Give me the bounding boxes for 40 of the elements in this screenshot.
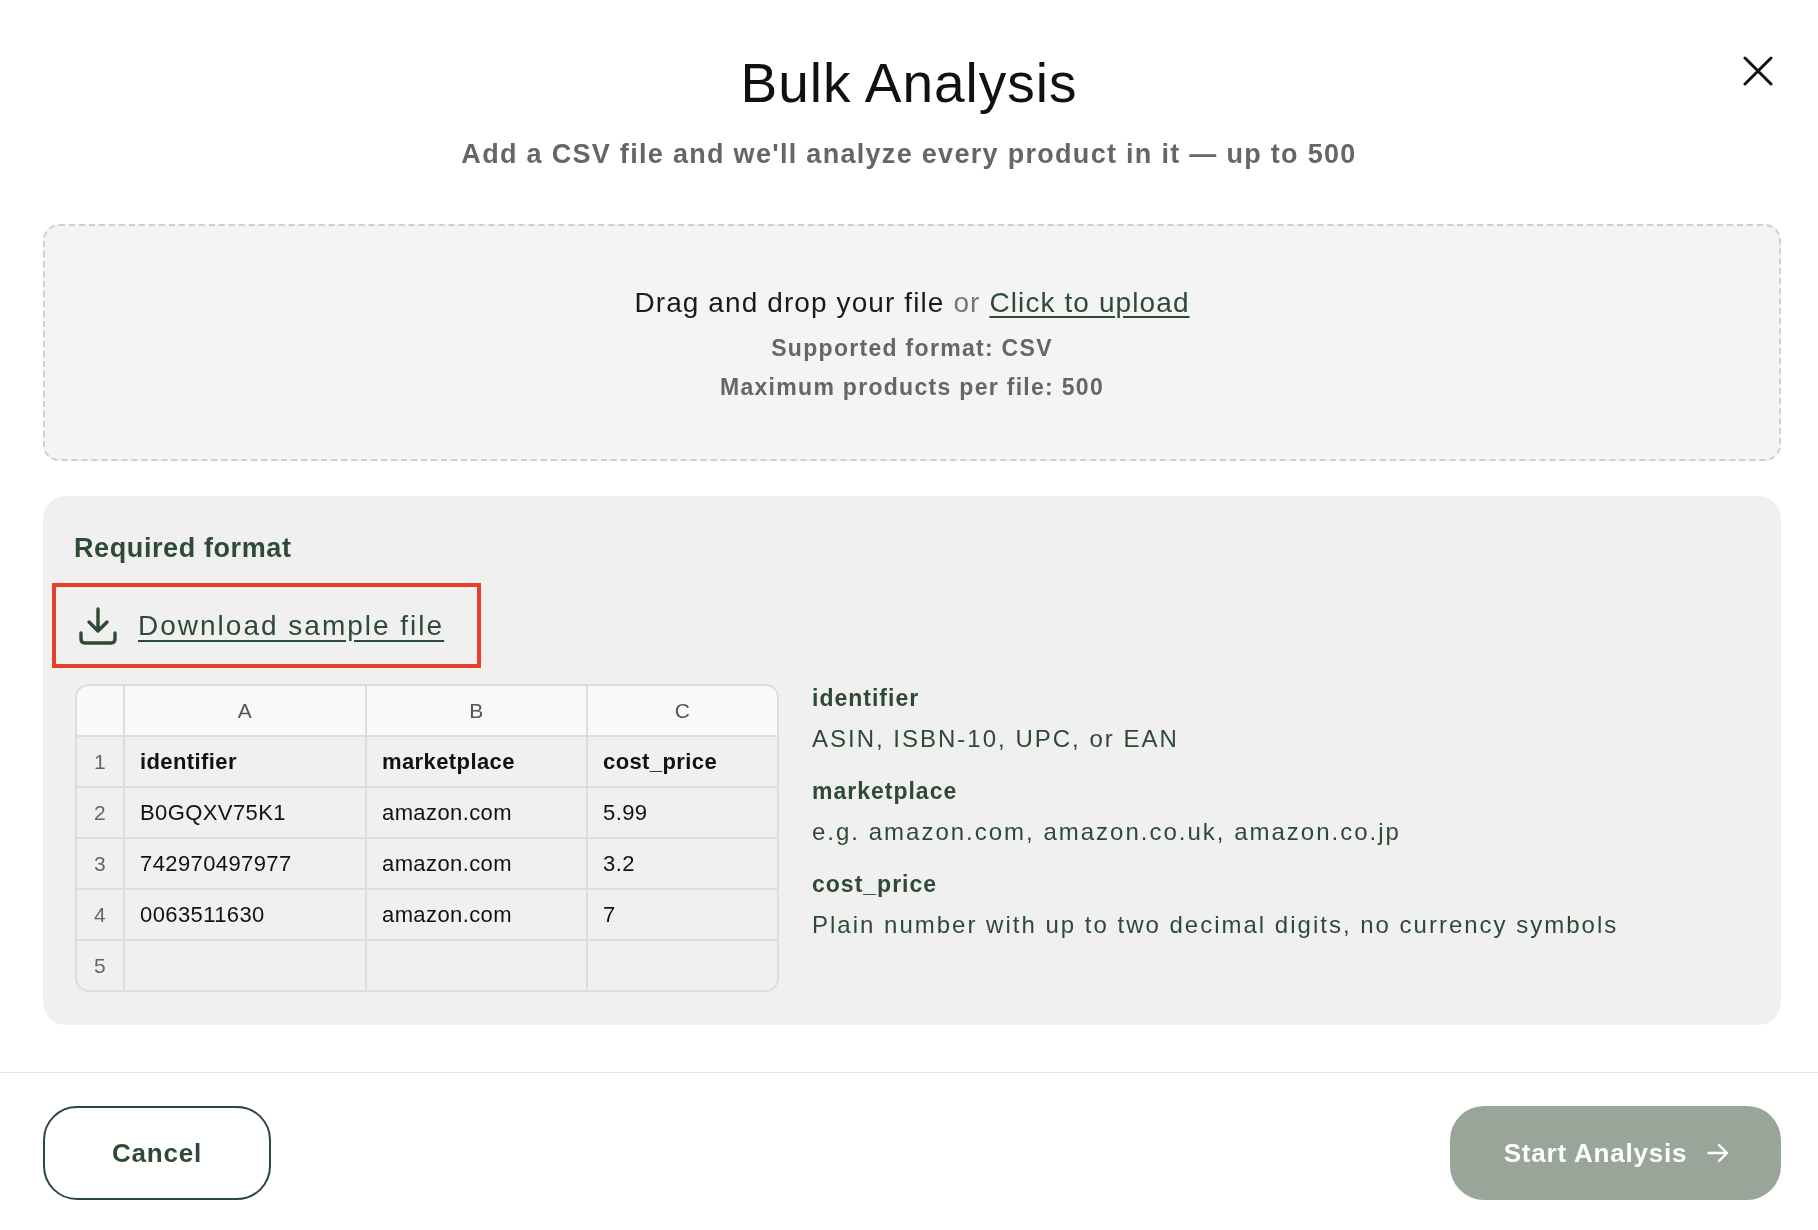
field-description: e.g. amazon.com, amazon.co.uk, amazon.co.jp [812, 817, 1401, 847]
table-cell: identifier [140, 748, 237, 775]
upload-prompt: Drag and drop your file or Click to upload [634, 286, 1190, 320]
column-letter: C [674, 698, 691, 723]
column-letter: A [237, 698, 253, 723]
format-note: Supported format: CSV [771, 334, 1053, 363]
arrow-right-icon [1707, 1143, 1730, 1163]
row-number: 4 [93, 902, 107, 927]
download-sample-link[interactable]: Download sample file [78, 605, 445, 646]
row-number: 5 [93, 953, 107, 978]
table-cell: 3.2 [603, 850, 635, 877]
table-cell: marketplace [382, 748, 515, 775]
row-number: 3 [93, 851, 107, 876]
upload-link[interactable]: Click to upload [989, 287, 1190, 318]
field-name: cost_price [812, 870, 938, 899]
table-cell: cost_price [603, 748, 718, 775]
dialog-title: Bulk Analysis [740, 53, 1078, 113]
close-icon [1743, 56, 1773, 86]
column-letter: B [469, 698, 484, 723]
row-number: 2 [93, 800, 107, 825]
table-cell: 7 [603, 901, 616, 928]
field-description: Plain number with up to two decimal digits, no currency symbols [812, 910, 1619, 940]
table-cell: amazon.com [382, 799, 512, 826]
cancel-button[interactable]: Cancel [43, 1106, 271, 1200]
close-button[interactable] [1743, 56, 1773, 86]
download-icon [78, 605, 118, 646]
dialog-subtitle: Add a CSV file and we'll analyze every product in it — up to 500 [461, 138, 1357, 170]
table-cell: 5.99 [603, 799, 648, 826]
limit-note: Maximum products per file: 500 [719, 373, 1105, 402]
table-cell: B0GQXV75K1 [140, 799, 286, 826]
field-name: identifier [812, 684, 920, 713]
field-description: ASIN, ISBN-10, UPC, or EAN [812, 724, 1179, 754]
table-cell: 742970497977 [140, 850, 292, 877]
table-cell: amazon.com [382, 850, 512, 877]
section-heading: Required format [74, 532, 292, 565]
table-cell: 0063511630 [140, 901, 265, 928]
field-name: marketplace [812, 777, 958, 806]
file-drop-zone[interactable]: Drag and drop your file or Click to upload Supported format: CSV Maximum products per file: 500 [43, 224, 1781, 461]
table-cell: amazon.com [382, 901, 512, 928]
row-number: 1 [93, 749, 107, 774]
